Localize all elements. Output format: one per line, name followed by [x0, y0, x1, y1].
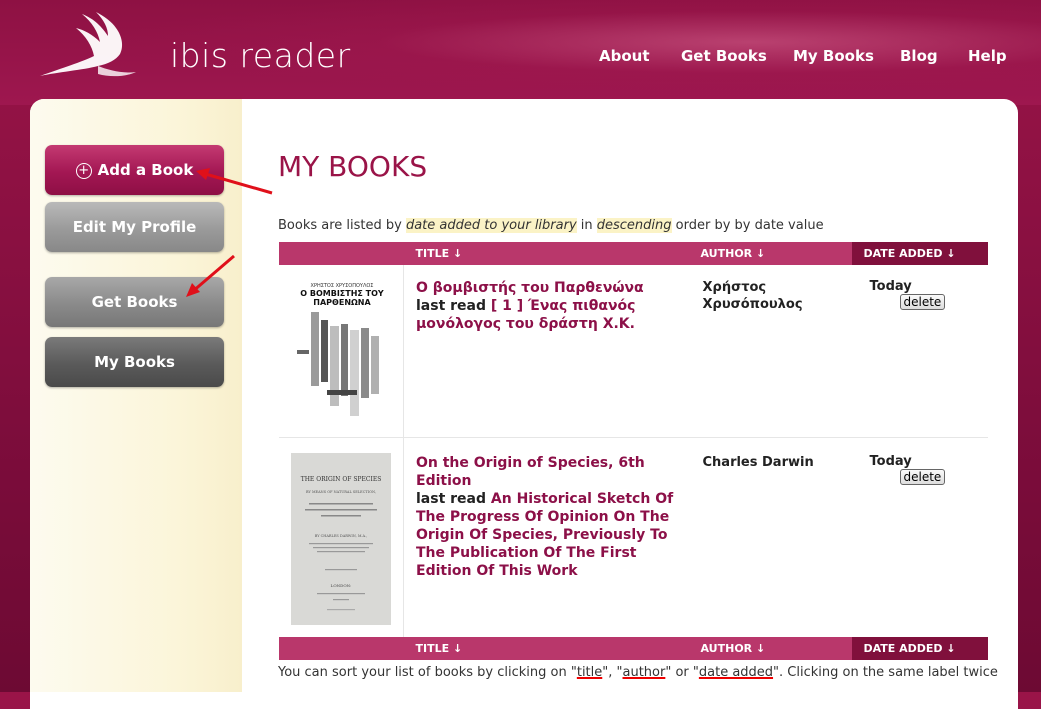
book-author-cell: Charles Darwin — [689, 437, 852, 637]
ibis-bird-icon — [40, 12, 136, 77]
book-date-cell: Today delete — [852, 437, 989, 637]
note-suffix: ". Clicking on the same label twice — [773, 665, 998, 680]
last-read-label: last read — [416, 490, 487, 507]
note-title-link: title — [576, 665, 603, 680]
plus-circle-icon: + — [75, 163, 92, 179]
book-title-cell: Ο βομβιστής του Παρθενώνα last read [ 1 … — [403, 265, 689, 438]
sort-description: Books are listed by date added to your l… — [278, 218, 824, 233]
nav-blog[interactable]: Blog — [900, 47, 938, 65]
annotation-arrow-add — [196, 168, 273, 195]
ibis-logo[interactable]: ibis reader — [38, 10, 350, 80]
sort-desc-prefix: Books are listed by — [278, 218, 406, 233]
delete-button[interactable]: delete — [899, 294, 946, 310]
cover-place-text: LONDON: — [331, 583, 352, 588]
site-header: ibis reader About Get Books My Books Blo… — [0, 0, 1041, 105]
nav-about[interactable]: About — [599, 47, 650, 65]
note-date-link: date added — [698, 665, 774, 680]
note-prefix: You can sort your list of books by click… — [278, 665, 577, 680]
sort-desc-suffix: order by by date value — [671, 218, 824, 233]
table-row: THE ORIGIN OF SPECIES BY MEANS OF NATURA… — [279, 437, 988, 637]
title-column-header[interactable]: TITLE ↓ — [403, 242, 689, 265]
note-sep-2: " or " — [665, 665, 699, 680]
delete-button[interactable]: delete — [899, 468, 946, 485]
book-cover[interactable]: ΧΡΗΣΤΟΣ ΧΡΥΣΟΠΟΥΛΟΣ Ο ΒΟΜΒΙΣΤΗΣ ΤΟΥ ΠΑΡΘ… — [297, 280, 387, 422]
book-cover-image: ΧΡΗΣΤΟΣ ΧΡΥΣΟΠΟΥΛΟΣ Ο ΒΟΜΒΙΣΤΗΣ ΤΟΥ ΠΑΡΘ… — [297, 283, 384, 416]
book-title-link[interactable]: On the Origin of Species, 6th Edition — [416, 454, 677, 490]
book-title-link[interactable]: Ο βομβιστής του Παρθενώνα — [416, 279, 677, 297]
book-author: Χρήστος Χρυσόπουλος — [702, 280, 803, 312]
add-book-label: Add a Book — [97, 161, 194, 179]
edit-profile-button[interactable]: Edit My Profile — [45, 202, 224, 252]
date-column-footer[interactable]: DATE ADDED ↓ — [851, 637, 988, 660]
top-navigation: About Get Books My Books Blog Help — [0, 47, 1041, 67]
book-title-cell: On the Origin of Species, 6th Edition la… — [404, 437, 689, 637]
book-cover-cell: ΧΡΗΣΤΟΣ ΧΡΥΣΟΠΟΥΛΟΣ Ο ΒΟΜΒΙΣΤΗΣ ΤΟΥ ΠΑΡΘ… — [279, 265, 404, 438]
sort-desc-mid: in — [576, 218, 597, 233]
last-read-label: last read — [416, 298, 487, 314]
page-title: MY BOOKS — [278, 150, 428, 183]
author-column-header[interactable]: AUTHOR ↓ — [688, 242, 852, 265]
cover-subtitle-text: BY MEANS OF NATURAL SELECTION, — [306, 490, 376, 494]
nav-my-books[interactable]: My Books — [793, 47, 874, 65]
author-column-footer[interactable]: AUTHOR ↓ — [688, 637, 852, 660]
note-sep-1: ", " — [602, 665, 623, 680]
table-footer-row: TITLE ↓ AUTHOR ↓ DATE ADDED ↓ — [279, 637, 988, 660]
date-added: Today — [869, 453, 912, 469]
book-cover[interactable]: THE ORIGIN OF SPECIES BY MEANS OF NATURA… — [291, 452, 391, 625]
nav-help[interactable]: Help — [968, 47, 1007, 65]
annotation-arrow-get — [186, 254, 235, 297]
sort-field: date added to your library — [405, 218, 577, 233]
sort-order: descending — [596, 218, 672, 233]
book-author-cell: Χρήστος Χρυσόπουλος — [688, 265, 852, 438]
cover-column-header — [279, 242, 404, 265]
book-date-cell: Today delete — [851, 265, 988, 438]
date-column-header[interactable]: DATE ADDED ↓ — [851, 242, 988, 265]
book-cover-cell: THE ORIGIN OF SPECIES BY MEANS OF NATURA… — [279, 437, 404, 637]
cover-title-text: Ο ΒΟΜΒΙΣΤΗΣ ΤΟΥ ΠΑΡΘΕΝΩΝΑ — [300, 289, 384, 307]
date-added: Today — [869, 279, 912, 294]
books-table: TITLE ↓ AUTHOR ↓ DATE ADDED ↓ ΧΡΗΣΤΟΣ ΧΡ… — [279, 242, 988, 660]
book-cover-image: THE ORIGIN OF SPECIES BY MEANS OF NATURA… — [291, 452, 391, 625]
nav-get-books[interactable]: Get Books — [681, 47, 767, 65]
cover-column-footer — [279, 637, 404, 660]
sort-help-text: You can sort your list of books by click… — [278, 665, 998, 680]
note-author-link: author — [622, 665, 666, 680]
cover-title-text: THE ORIGIN OF SPECIES — [301, 476, 382, 483]
my-books-button[interactable]: My Books — [45, 337, 224, 387]
book-author: Charles Darwin — [702, 454, 814, 470]
table-header-row: TITLE ↓ AUTHOR ↓ DATE ADDED ↓ — [279, 242, 988, 265]
cover-author-text: BY CHARLES DARWIN, M.A., — [315, 534, 368, 538]
table-row: ΧΡΗΣΤΟΣ ΧΡΥΣΟΠΟΥΛΟΣ Ο ΒΟΜΒΙΣΤΗΣ ΤΟΥ ΠΑΡΘ… — [279, 265, 988, 438]
title-column-footer[interactable]: TITLE ↓ — [403, 637, 689, 660]
